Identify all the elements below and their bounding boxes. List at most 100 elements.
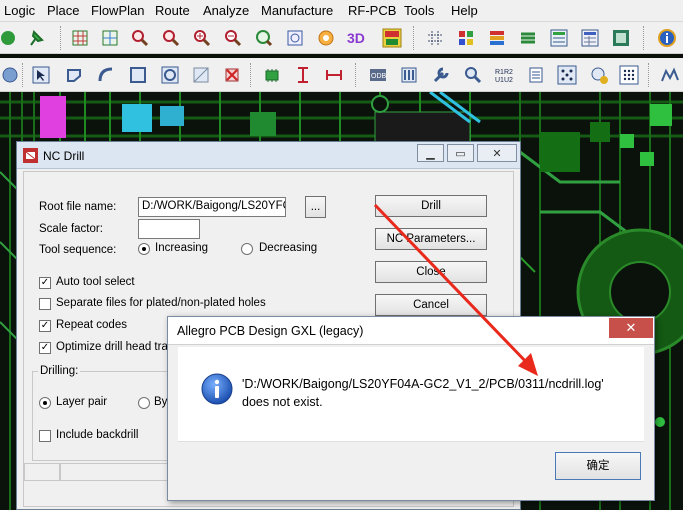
close-icon: ✕ xyxy=(492,147,502,160)
zoom-world-icon[interactable] xyxy=(283,26,306,49)
ok-button[interactable]: 确定 xyxy=(555,452,641,480)
close-icon: ✕ xyxy=(625,320,637,335)
increasing-radio[interactable] xyxy=(138,243,150,255)
menu-flowplan[interactable]: FlowPlan xyxy=(91,3,144,18)
menu-analyze[interactable]: Analyze xyxy=(203,3,249,18)
by-layer-radio[interactable] xyxy=(138,397,150,409)
info-icon[interactable] xyxy=(655,26,678,49)
svg-text:U1U2: U1U2 xyxy=(495,77,513,84)
optimize-travel-label: Optimize drill head travel xyxy=(56,341,183,353)
repeat-codes-label: Repeat codes xyxy=(56,319,127,331)
app-logo-icon xyxy=(23,148,38,166)
message-titlebar[interactable]: Allegro PCB Design GXL (legacy) ✕ xyxy=(168,317,654,345)
minimize-button[interactable]: ▁ xyxy=(417,144,444,162)
report-icon[interactable] xyxy=(524,63,547,86)
odb-export-icon[interactable]: ODB xyxy=(366,63,389,86)
layer-pair-label: Layer pair xyxy=(56,396,108,408)
root-file-input[interactable]: D:/WORK/Baigong/LS20YFC xyxy=(138,197,286,217)
grid-view-alt-icon[interactable] xyxy=(98,26,121,49)
decreasing-radio[interactable] xyxy=(241,243,253,255)
maximize-button[interactable]: ▭ xyxy=(447,144,474,162)
probe-icon[interactable] xyxy=(461,63,484,86)
drill-button[interactable]: Drill xyxy=(375,195,487,217)
dimension-horizontal-icon[interactable] xyxy=(322,63,345,86)
maximize-icon: ▭ xyxy=(455,147,466,160)
tool-sequence-label: Tool sequence: xyxy=(39,244,117,256)
menu-rf-pcb[interactable]: RF-PCB xyxy=(348,3,396,18)
menu-tools[interactable]: Tools xyxy=(404,3,434,18)
optimize-travel-checkbox[interactable]: ✓ xyxy=(39,342,51,354)
color-palette-icon[interactable] xyxy=(454,26,477,49)
grid-toggle-icon[interactable] xyxy=(423,26,446,49)
green-sphere-icon[interactable] xyxy=(0,26,19,49)
menu-manufacture[interactable]: Manufacture xyxy=(261,3,333,18)
wrench-icon[interactable] xyxy=(429,63,452,86)
shape-fill-icon[interactable] xyxy=(189,63,212,86)
message-footer: 确定 xyxy=(178,441,644,491)
dimension-vertical-icon[interactable] xyxy=(291,63,314,86)
svg-text:ODB: ODB xyxy=(371,73,387,80)
cancel-button[interactable]: Cancel xyxy=(375,294,487,316)
nc-parameters-button[interactable]: NC Parameters... xyxy=(375,228,487,250)
root-file-label: Root file name: xyxy=(39,201,117,213)
menubar: Logic Place FlowPlan Route Analyze Manuf… xyxy=(0,0,683,22)
polygon-icon[interactable] xyxy=(62,63,85,86)
constraint-manager-icon[interactable] xyxy=(547,26,570,49)
rectangle-icon[interactable] xyxy=(126,63,149,86)
circle-icon[interactable] xyxy=(0,63,21,86)
layer-pair-radio[interactable] xyxy=(39,397,51,409)
drill-legend-icon[interactable]: R1R2 U1U2 xyxy=(492,63,515,86)
toolbar-bottom: ODB R1R2 U1U2 xyxy=(0,58,683,92)
message-close-button[interactable]: ✕ xyxy=(609,318,653,338)
ipc-spreadsheet-icon[interactable] xyxy=(578,26,601,49)
layers-icon[interactable] xyxy=(485,26,508,49)
message-content: 'D:/WORK/Baigong/LS20YF04A-GC2_V1_2/PCB/… xyxy=(178,347,644,441)
select-arrow-icon[interactable] xyxy=(29,63,52,86)
zoom-fit-icon[interactable] xyxy=(128,26,151,49)
include-backdrill-label: Include backdrill xyxy=(56,429,139,441)
nc-drill-icon[interactable] xyxy=(555,63,578,86)
include-backdrill-checkbox[interactable] xyxy=(39,430,51,442)
close-window-button[interactable]: ✕ xyxy=(477,144,517,162)
zoom-in-icon[interactable] xyxy=(190,26,213,49)
separate-files-checkbox[interactable] xyxy=(39,298,51,310)
info-icon xyxy=(201,373,233,408)
component-icon[interactable] xyxy=(260,63,283,86)
testprep-icon[interactable] xyxy=(588,63,611,86)
grid-view-icon[interactable] xyxy=(68,26,91,49)
artwork-icon[interactable] xyxy=(397,63,420,86)
route-icon[interactable] xyxy=(658,63,681,86)
decreasing-label: Decreasing xyxy=(259,242,318,254)
menu-place[interactable]: Place xyxy=(47,3,80,18)
zoom-window-icon[interactable] xyxy=(159,26,182,49)
redraw-icon[interactable] xyxy=(314,26,337,49)
message-title: Allegro PCB Design GXL (legacy) xyxy=(177,324,364,338)
auto-tool-select-checkbox[interactable]: ✓ xyxy=(39,277,51,289)
browse-button[interactable]: ... xyxy=(305,196,326,218)
3d-view-icon[interactable]: 3D xyxy=(345,26,368,49)
repeat-codes-checkbox[interactable]: ✓ xyxy=(39,320,51,332)
minimize-icon: ▁ xyxy=(426,147,435,160)
dot-grid-icon[interactable] xyxy=(617,63,640,86)
message-text-line2: does not exist. xyxy=(242,395,323,409)
pin-icon[interactable] xyxy=(24,26,47,49)
circle-shape-icon[interactable] xyxy=(158,63,181,86)
menu-logic[interactable]: Logic xyxy=(4,3,35,18)
arc-icon[interactable] xyxy=(94,63,117,86)
menu-route[interactable]: Route xyxy=(155,3,190,18)
flip-board-icon[interactable] xyxy=(380,26,403,49)
nc-drill-titlebar[interactable]: NC Drill ▁ ▭ ✕ xyxy=(17,142,520,169)
delete-shape-icon[interactable] xyxy=(220,63,243,86)
auto-tool-select-label: Auto tool select xyxy=(56,276,135,288)
zoom-previous-icon[interactable] xyxy=(252,26,275,49)
zoom-out-icon[interactable] xyxy=(221,26,244,49)
scale-factor-label: Scale factor: xyxy=(39,223,103,235)
menu-help[interactable]: Help xyxy=(451,3,478,18)
layer-stack-icon[interactable] xyxy=(516,26,539,49)
svg-text:R1R2: R1R2 xyxy=(495,69,513,76)
board-info-icon[interactable] xyxy=(609,26,632,49)
scale-factor-input[interactable] xyxy=(138,219,200,239)
message-text-line1: 'D:/WORK/Baigong/LS20YF04A-GC2_V1_2/PCB/… xyxy=(242,377,604,391)
error-message-dialog: Allegro PCB Design GXL (legacy) ✕ 'D:/WO… xyxy=(167,316,655,501)
close-button[interactable]: Close xyxy=(375,261,487,283)
